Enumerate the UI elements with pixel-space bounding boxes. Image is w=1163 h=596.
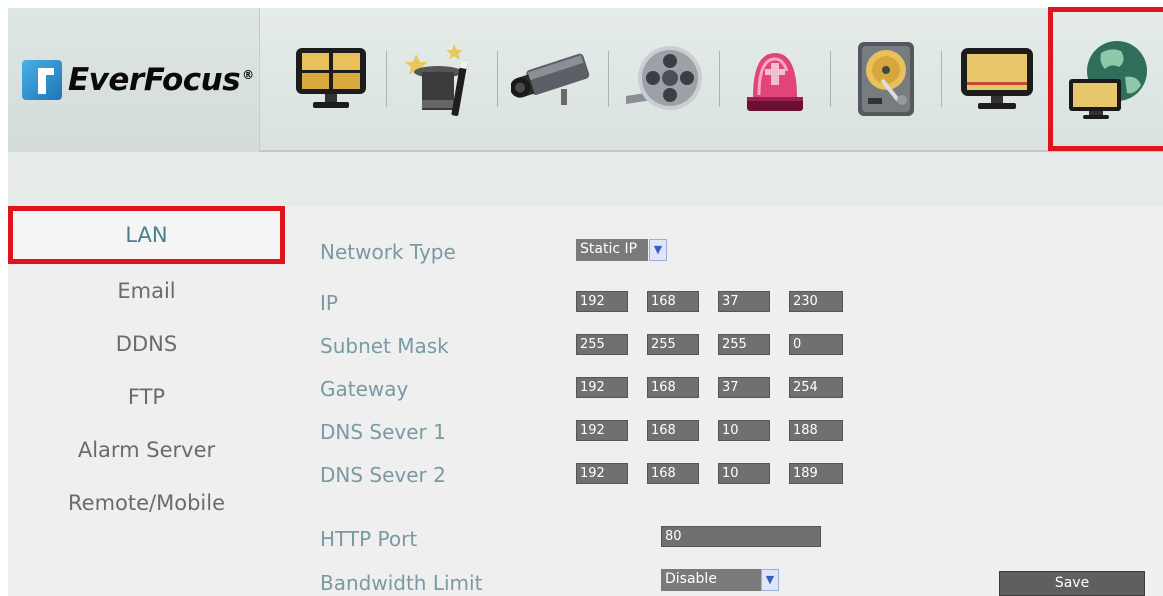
dns1-octet-4[interactable]: 188 (789, 420, 843, 441)
tool-storage[interactable] (831, 29, 941, 129)
sidebar-item-label: FTP (127, 384, 166, 409)
dns-server-1-label: DNS Sever 1 (320, 420, 446, 444)
dns1-octet-3[interactable]: 10 (718, 420, 770, 441)
tool-alarm[interactable] (720, 29, 830, 129)
film-reel-icon (626, 46, 702, 110)
header: EverFocus ® (8, 7, 1163, 152)
split-screen-monitor-icon (296, 48, 366, 108)
dns2-octet-2[interactable]: 168 (647, 463, 699, 484)
ip-octet-3[interactable]: 37 (718, 291, 770, 312)
ip-octet-1[interactable]: 192 (576, 291, 628, 312)
ip-label: IP (320, 291, 338, 315)
http-port-label: HTTP Port (320, 527, 418, 551)
network-sidebar: LAN Email DDNS FTP Alarm Server Remote/M… (8, 206, 285, 596)
bandwidth-limit-label: Bandwidth Limit (320, 571, 483, 595)
gateway-octet-2[interactable]: 168 (647, 377, 699, 398)
subnet-mask-label: Subnet Mask (320, 334, 449, 358)
sidebar-header-strip (8, 152, 285, 206)
network-type-label: Network Type (320, 240, 456, 264)
gateway-octet-3[interactable]: 37 (718, 377, 770, 398)
sidebar-item-label: Remote/Mobile (68, 490, 225, 515)
alarm-siren-icon (747, 53, 803, 111)
subnet-octet-3[interactable]: 255 (718, 334, 770, 355)
network-globe-icon (1069, 41, 1147, 119)
sidebar-item-lan[interactable]: LAN (8, 206, 285, 264)
gateway-octet-4[interactable]: 254 (789, 377, 843, 398)
tool-playback[interactable] (609, 29, 719, 129)
brand-logo: EverFocus ® (8, 8, 260, 152)
sidebar-item-remote-mobile[interactable]: Remote/Mobile (8, 476, 285, 529)
network-type-select[interactable]: Static IP (576, 239, 648, 261)
content-header-strip (285, 152, 1163, 206)
dns2-octet-1[interactable]: 192 (576, 463, 628, 484)
tool-wizard[interactable] (387, 29, 497, 129)
chevron-down-icon[interactable]: ▼ (649, 239, 667, 261)
subnet-octet-2[interactable]: 255 (647, 334, 699, 355)
gateway-label: Gateway (320, 377, 409, 401)
chevron-down-icon[interactable]: ▼ (761, 569, 779, 591)
dns2-octet-4[interactable]: 189 (789, 463, 843, 484)
save-button[interactable]: Save (999, 571, 1145, 596)
sidebar-item-label: Email (117, 278, 176, 303)
dns-server-2-label: DNS Sever 2 (320, 463, 446, 487)
subnet-octet-4[interactable]: 0 (789, 334, 843, 355)
gateway-octet-1[interactable]: 192 (576, 377, 628, 398)
http-port-input[interactable]: 80 (661, 526, 821, 547)
dns2-octet-3[interactable]: 10 (718, 463, 770, 484)
dns1-octet-1[interactable]: 192 (576, 420, 628, 441)
ip-octet-2[interactable]: 168 (647, 291, 699, 312)
main-toolbar (260, 7, 1163, 152)
ip-octet-4[interactable]: 230 (789, 291, 843, 312)
subnet-octet-1[interactable]: 255 (576, 334, 628, 355)
tool-camera[interactable] (498, 29, 608, 129)
dns1-octet-2[interactable]: 168 (647, 420, 699, 441)
sidebar-item-ftp[interactable]: FTP (8, 370, 285, 423)
lan-settings-panel: Network Type Static IP ▼ IP 192 168 37 2… (285, 206, 1163, 596)
sidebar-item-ddns[interactable]: DDNS (8, 317, 285, 370)
magic-hat-wizard-icon (405, 44, 468, 116)
tool-network[interactable] (1048, 7, 1163, 151)
everfocus-logo-icon (22, 60, 62, 100)
sidebar-item-alarm-server[interactable]: Alarm Server (8, 423, 285, 476)
sidebar-item-label: LAN (125, 223, 168, 247)
bandwidth-limit-select[interactable]: Disable (661, 569, 761, 591)
security-camera-icon (511, 53, 590, 105)
sidebar-item-label: DDNS (115, 331, 178, 356)
display-monitor-icon (961, 48, 1033, 109)
sidebar-item-label: Alarm Server (77, 437, 216, 462)
hard-disk-icon (858, 42, 914, 116)
tool-display[interactable] (942, 29, 1052, 129)
logo-text: EverFocus ® (68, 62, 254, 98)
tool-display-layout[interactable] (276, 29, 386, 129)
sidebar-item-email[interactable]: Email (8, 264, 285, 317)
